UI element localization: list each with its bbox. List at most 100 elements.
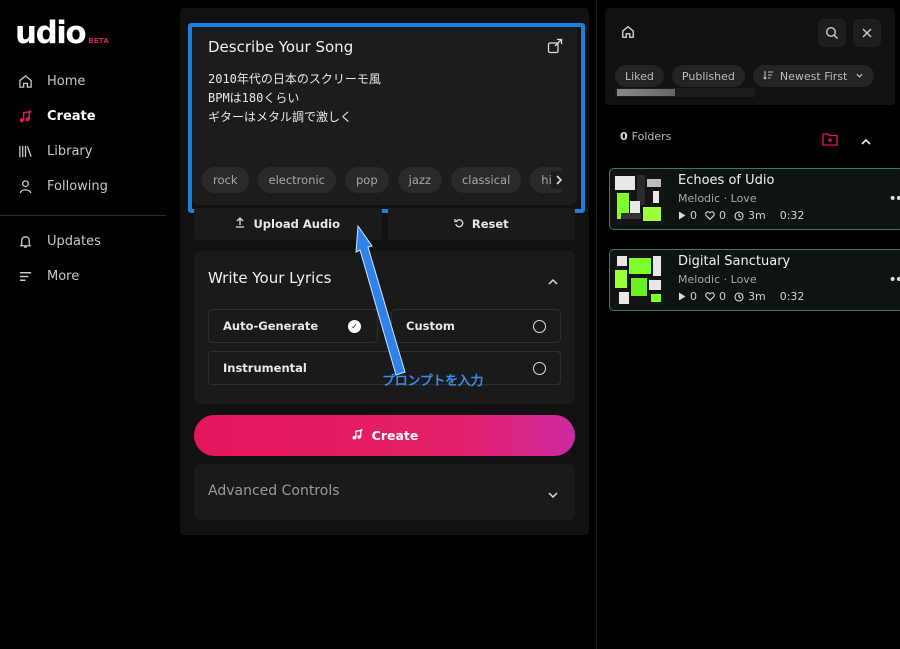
folders-label: Folders <box>631 130 672 143</box>
tag-chip[interactable]: rock <box>202 167 249 193</box>
tag-chip[interactable]: electronic <box>257 167 336 193</box>
option-label: Instrumental <box>223 361 307 375</box>
nav-item-home[interactable]: Home <box>0 64 166 99</box>
song-stats: 0 0 3m 0:32 <box>678 290 804 303</box>
genre-tags: rock electronic pop jazz classical hip <box>202 167 562 193</box>
logo-text: udio <box>15 15 87 51</box>
scrollbar-thumb[interactable] <box>617 89 675 96</box>
clock-icon <box>734 291 744 302</box>
udio-logo[interactable]: udio BETA <box>15 16 109 50</box>
nav-label-following: Following <box>47 179 108 194</box>
search-button[interactable] <box>818 19 846 47</box>
chevron-up-icon[interactable] <box>860 133 872 145</box>
song-card[interactable]: Digital Sanctuary Melodic · Love 0 0 3m … <box>609 249 900 311</box>
menu-icon <box>17 269 33 285</box>
nav-item-library[interactable]: Library <box>0 134 166 169</box>
option-auto-generate[interactable]: Auto-Generate ✓ <box>208 309 378 343</box>
song-duration: 0:32 <box>779 209 805 222</box>
reset-button[interactable]: Reset <box>387 208 575 240</box>
song-age: 3m <box>734 290 766 303</box>
song-genre[interactable]: Melodic <box>678 273 720 286</box>
advanced-title: Advanced Controls <box>208 483 340 499</box>
song-genre[interactable]: Melodic <box>678 192 720 205</box>
clock-icon <box>734 210 744 221</box>
heart-icon <box>705 292 715 301</box>
lyrics-title: Write Your Lyrics <box>208 269 332 287</box>
tag-chip[interactable]: jazz <box>397 167 442 193</box>
play-icon <box>679 211 686 220</box>
nav-label-library: Library <box>47 144 93 159</box>
nav-label-updates: Updates <box>47 234 101 249</box>
annotation-label: プロンプトを入力 <box>382 374 484 389</box>
song-stats: 0 0 3m 0:32 <box>678 209 804 222</box>
reset-icon <box>454 218 464 231</box>
nav-item-following[interactable]: Following <box>0 169 166 204</box>
sidebar: udio BETA Home Create Library Following <box>0 0 166 649</box>
nav-label-create: Create <box>47 109 96 124</box>
filter-bar: Liked Published Newest First <box>615 65 875 87</box>
song-title[interactable]: Echoes of Udio <box>678 173 774 188</box>
song-list-header: Liked Published Newest First <box>605 8 895 105</box>
filter-published[interactable]: Published <box>671 65 745 87</box>
expand-edit-icon[interactable] <box>547 38 563 54</box>
folders-count: 0 <box>620 130 628 143</box>
radio-icon <box>533 320 546 333</box>
chevron-down-icon <box>855 70 864 83</box>
nav-item-updates[interactable]: Updates <box>0 224 166 259</box>
upload-icon <box>235 217 245 231</box>
song-tags: Melodic · Love <box>678 192 757 205</box>
song-artwork <box>613 173 664 225</box>
song-mood[interactable]: Love <box>731 192 757 205</box>
user-icon <box>17 179 33 195</box>
like-count[interactable]: 0 <box>705 290 726 303</box>
audio-actions: Upload Audio Reset <box>194 208 575 240</box>
play-icon <box>679 292 686 301</box>
more-options-icon[interactable]: •• <box>888 191 900 207</box>
close-button[interactable] <box>853 19 881 47</box>
create-button[interactable]: Create <box>194 415 575 456</box>
advanced-controls[interactable]: Advanced Controls <box>194 464 575 520</box>
nav-label-more: More <box>47 269 80 284</box>
song-duration: 0:32 <box>779 290 805 303</box>
option-custom[interactable]: Custom <box>391 309 561 343</box>
add-folder-icon[interactable] <box>822 131 838 146</box>
nav-item-create[interactable]: Create <box>0 99 166 134</box>
nav-item-more[interactable]: More <box>0 259 166 294</box>
like-count[interactable]: 0 <box>705 209 726 222</box>
filter-scrollbar[interactable] <box>615 88 755 97</box>
play-count: 0 <box>678 209 697 222</box>
option-label: Custom <box>406 319 455 333</box>
main-nav: Home Create Library Following Updates Mo… <box>0 64 166 294</box>
bell-icon <box>17 234 33 250</box>
song-mood[interactable]: Love <box>731 273 757 286</box>
tag-chip[interactable]: classical <box>450 167 522 193</box>
chevron-up-icon[interactable] <box>547 273 559 285</box>
home-icon[interactable] <box>621 24 637 40</box>
sort-icon <box>763 70 774 83</box>
beta-badge: BETA <box>88 37 110 45</box>
create-label: Create <box>371 428 419 443</box>
home-icon <box>17 74 33 90</box>
tag-chip[interactable]: pop <box>345 167 389 193</box>
play-count: 0 <box>678 290 697 303</box>
prompt-text[interactable]: 2010年代の日本のスクリーモ風 BPMは180くらい ギターはメタル調で激しく <box>208 70 381 127</box>
song-card[interactable]: Echoes of Udio Melodic · Love 0 0 3m 0:3… <box>609 168 900 230</box>
music-sparkle-icon <box>351 427 364 444</box>
more-options-icon[interactable]: •• <box>888 272 900 288</box>
sort-label: Newest First <box>779 69 848 83</box>
sort-dropdown[interactable]: Newest First <box>752 65 875 87</box>
folders-toggle[interactable]: 0 Folders <box>620 130 671 143</box>
upload-audio-button[interactable]: Upload Audio <box>194 208 382 240</box>
prompt-line: ギターはメタル調で激しく <box>208 110 353 124</box>
nav-label-home: Home <box>47 74 86 89</box>
filter-liked[interactable]: Liked <box>615 65 664 87</box>
song-tags: Melodic · Love <box>678 273 757 286</box>
chevron-right-icon[interactable] <box>551 171 567 189</box>
chevron-down-icon <box>547 486 559 499</box>
library-icon <box>17 144 33 160</box>
reset-label: Reset <box>471 217 509 231</box>
song-title[interactable]: Digital Sanctuary <box>678 254 790 269</box>
song-artwork <box>613 254 664 306</box>
prompt-line: BPMは180くらい <box>208 91 300 105</box>
describe-song-box[interactable]: Describe Your Song 2010年代の日本のスクリーモ風 BPMは… <box>192 24 577 205</box>
